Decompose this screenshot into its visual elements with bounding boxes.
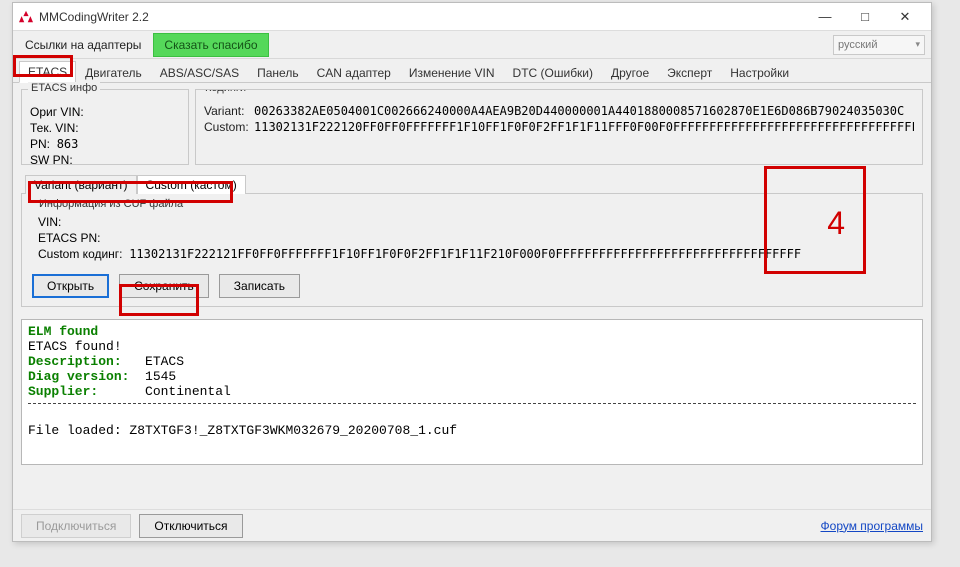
etacs-info-legend: ETACS инфо: [28, 82, 100, 94]
cuf-cc-value: 11302131F222121FF0FF0FFFFFFF1F10FF1F0F0F…: [129, 247, 801, 261]
log-line-3a: Description:: [28, 354, 122, 369]
write-button[interactable]: Записать: [219, 274, 300, 298]
cuf-pn-label: ETACS PN:: [38, 231, 100, 245]
app-window: MMCodingWriter 2.2 — □ ✕ Ссылки на адапт…: [12, 2, 932, 542]
cur-vin-label: Тек. VIN:: [30, 121, 79, 135]
log-line-1: ELM found: [28, 324, 98, 339]
window-minimize-button[interactable]: —: [805, 4, 845, 30]
swpn-label: SW PN:: [30, 153, 73, 167]
subtab-custom[interactable]: Custom (кастом): [137, 175, 246, 194]
tab-abs[interactable]: ABS/ASC/SAS: [151, 62, 248, 83]
pn-label: PN:: [30, 137, 50, 151]
title-bar: MMCodingWriter 2.2 — □ ✕: [13, 3, 931, 31]
log-line-5a: Supplier:: [28, 384, 98, 399]
codings-legend: Кодинги: [202, 89, 249, 94]
tab-can[interactable]: CAN адаптер: [308, 62, 400, 83]
top-strip: Ссылки на адаптеры Сказать спасибо русск…: [13, 31, 931, 59]
language-value: русский: [838, 39, 877, 51]
app-logo-icon: [19, 10, 33, 24]
tab-settings[interactable]: Настройки: [721, 62, 798, 83]
disconnect-button[interactable]: Отключиться: [139, 514, 242, 538]
pn-value: 863: [57, 137, 79, 151]
variant-value: 00263382AE0504001C002666240000A4AEA9B20D…: [254, 104, 914, 118]
custom-label: Custom:: [204, 120, 254, 134]
chevron-down-icon: ▾: [915, 39, 920, 50]
window-maximize-button[interactable]: □: [845, 4, 885, 30]
language-select[interactable]: русский ▾: [833, 35, 925, 55]
save-button[interactable]: Сохранить: [119, 274, 209, 298]
log-line-4a: Diag version:: [28, 369, 129, 384]
adapters-link[interactable]: Ссылки на адаптеры: [19, 34, 147, 56]
bottom-bar: Подключиться Отключиться Форум программы: [13, 509, 931, 541]
tab-content: ETACS инфо Ориг VIN: Тек. VIN: PN: 863 S…: [13, 83, 931, 311]
app-title: MMCodingWriter 2.2: [39, 10, 805, 24]
codings-group: Кодинги Variant: 00263382AE0504001C00266…: [195, 89, 923, 165]
tab-panel[interactable]: Панель: [248, 62, 307, 83]
main-tabs: ETACS Двигатель ABS/ASC/SAS Панель CAN а…: [13, 59, 931, 83]
tab-other[interactable]: Другое: [602, 62, 658, 83]
cuf-vin-label: VIN:: [38, 215, 61, 229]
tab-engine[interactable]: Двигатель: [76, 62, 151, 83]
subtab-variant[interactable]: Variant (вариант): [25, 175, 137, 194]
variant-label: Variant:: [204, 104, 254, 118]
log-line-5b: Continental: [98, 384, 231, 399]
custom-value: 11302131F222120FF0FF0FFFFFFF1F10FF1F0F0F…: [254, 120, 914, 134]
tab-etacs[interactable]: ETACS: [19, 61, 76, 83]
subtab-panel: Информация из CUF файла VIN: ETACS PN: C…: [21, 193, 923, 307]
cuf-cc-label: Custom кодинг:: [38, 247, 123, 261]
etacs-info-group: ETACS инфо Ориг VIN: Тек. VIN: PN: 863 S…: [21, 89, 189, 165]
forum-link[interactable]: Форум программы: [821, 519, 923, 533]
window-close-button[interactable]: ✕: [885, 4, 925, 30]
tab-dtc[interactable]: DTC (Ошибки): [504, 62, 602, 83]
connect-button: Подключиться: [21, 514, 131, 538]
log-output[interactable]: ELM found ETACS found! Description: ETAC…: [21, 319, 923, 465]
log-line-3b: ETACS: [122, 354, 184, 369]
tab-vin[interactable]: Изменение VIN: [400, 62, 504, 83]
orig-vin-label: Ориг VIN:: [30, 105, 84, 119]
log-line-4b: 1545: [129, 369, 176, 384]
cuf-legend: Информация из CUF файла: [36, 198, 186, 210]
log-line-2: ETACS found!: [28, 339, 122, 354]
sub-tabs: Variant (вариант) Custom (кастом): [21, 171, 923, 193]
thanks-button[interactable]: Сказать спасибо: [153, 33, 268, 57]
tab-expert[interactable]: Эксперт: [658, 62, 721, 83]
cuf-info-group: Информация из CUF файла VIN: ETACS PN: C…: [30, 200, 914, 268]
open-button[interactable]: Открыть: [32, 274, 109, 298]
log-line-6: File loaded: Z8TXTGF3!_Z8TXTGF3WKM032679…: [28, 423, 457, 438]
